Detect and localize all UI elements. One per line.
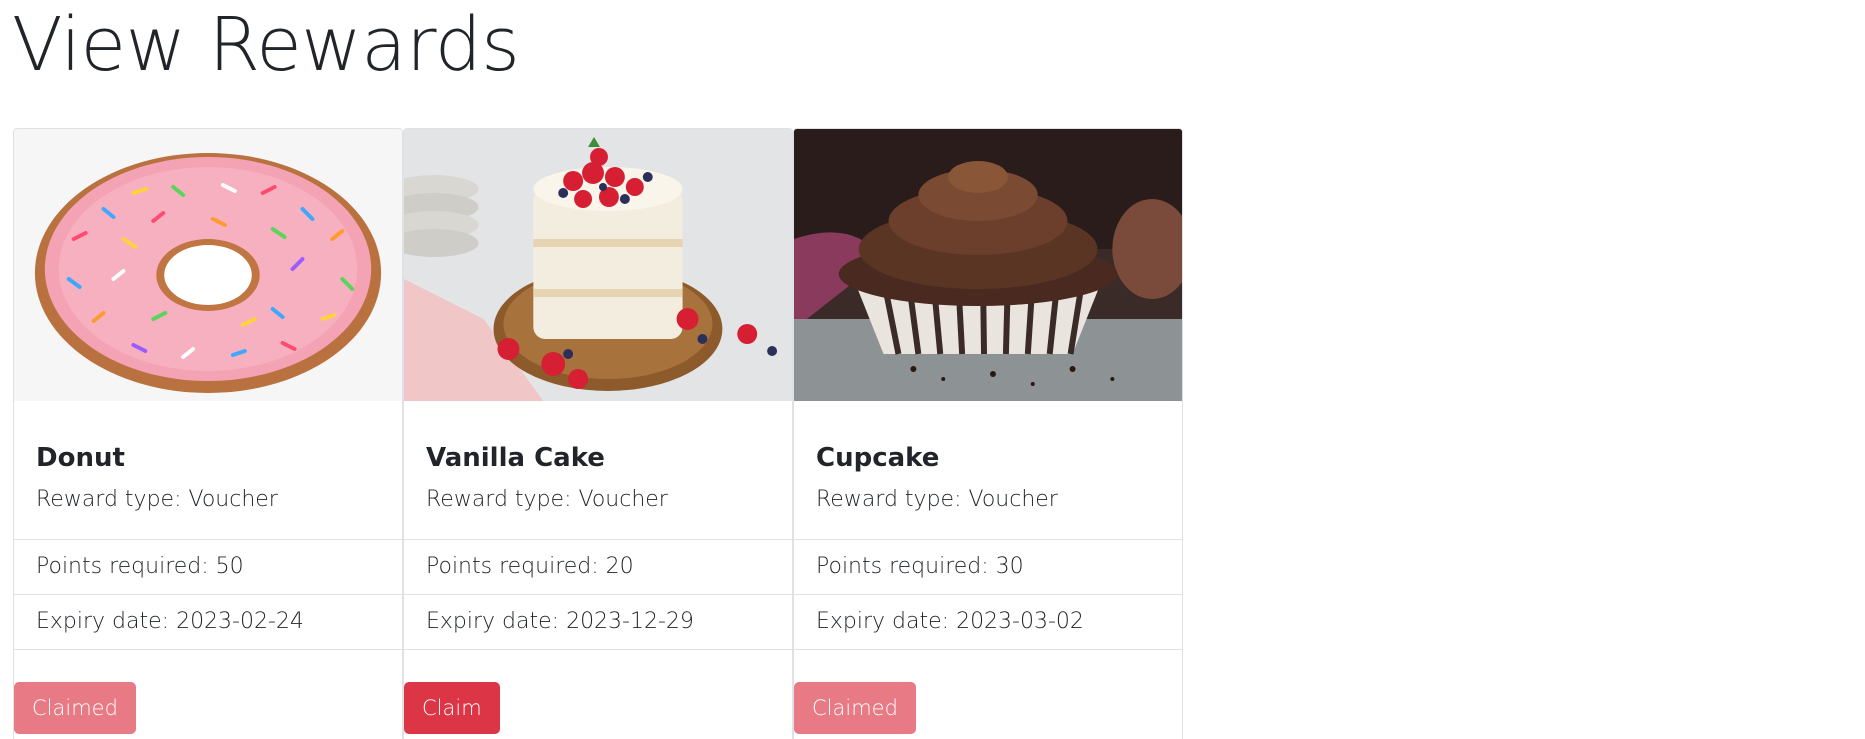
cupcake-image <box>794 129 1182 401</box>
donut-image <box>14 129 402 401</box>
expiry-date: Expiry date: 2023-02-24 <box>14 594 402 649</box>
reward-name: Cupcake <box>816 443 940 473</box>
card-footer: Claimed <box>14 649 402 739</box>
points-required: Points required: 20 <box>404 539 792 594</box>
expiry-date: Expiry date: 2023-03-02 <box>794 594 1182 649</box>
page-title: View Rewards <box>12 2 520 88</box>
reward-type: Reward type: Voucher <box>816 487 1058 512</box>
claimed-button[interactable]: Claimed <box>794 682 916 734</box>
card-body: Vanilla Cake Reward type: Voucher <box>404 401 792 539</box>
card-body: Cupcake Reward type: Voucher <box>794 401 1182 539</box>
reward-name: Vanilla Cake <box>426 443 605 473</box>
claim-button[interactable]: Claim <box>404 682 500 734</box>
expiry-date: Expiry date: 2023-12-29 <box>404 594 792 649</box>
reward-card-cupcake: Cupcake Reward type: Voucher Points requ… <box>793 128 1183 739</box>
points-required: Points required: 30 <box>794 539 1182 594</box>
reward-name: Donut <box>36 443 125 473</box>
reward-card-donut: Donut Reward type: Voucher Points requir… <box>13 128 403 739</box>
points-required: Points required: 50 <box>14 539 402 594</box>
reward-type: Reward type: Voucher <box>426 487 668 512</box>
vanilla-cake-image <box>404 129 792 401</box>
rewards-list: Donut Reward type: Voucher Points requir… <box>13 128 1183 739</box>
reward-card-vanilla-cake: Vanilla Cake Reward type: Voucher Points… <box>403 128 793 739</box>
card-footer: Claim <box>404 649 792 739</box>
card-footer: Claimed <box>794 649 1182 739</box>
claimed-button[interactable]: Claimed <box>14 682 136 734</box>
reward-type: Reward type: Voucher <box>36 487 278 512</box>
card-body: Donut Reward type: Voucher <box>14 401 402 539</box>
page: View Rewards Donut Reward type: Voucher … <box>0 0 1865 739</box>
